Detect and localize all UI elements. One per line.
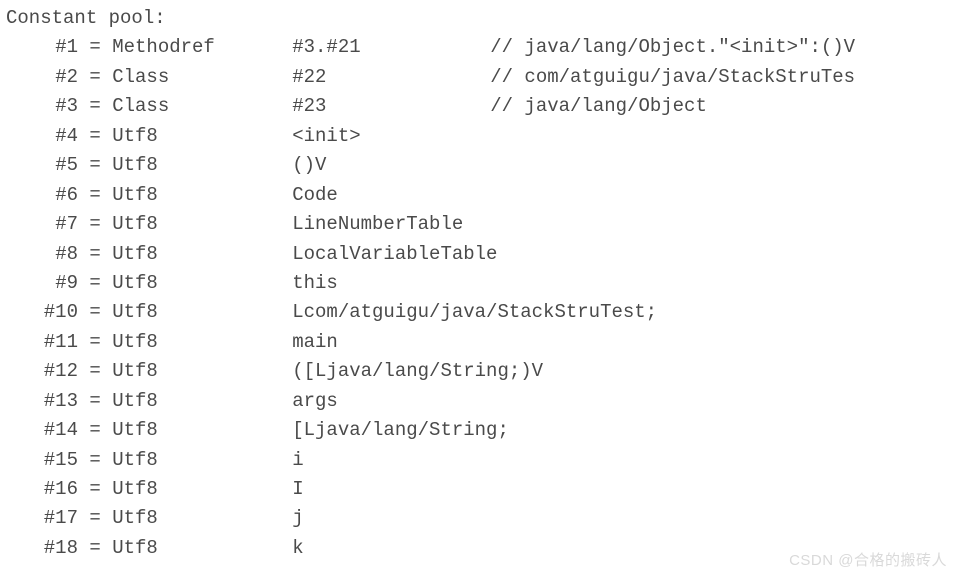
equals-sign: = [78,36,112,58]
entry-value: Code [292,181,490,210]
entry-kind: Utf8 [112,475,292,504]
entry-index: #14 [6,416,78,445]
entry-value: args [292,387,490,416]
entry-index: #4 [6,122,78,151]
constant-pool-entry: #6 = Utf8Code [6,181,961,210]
entry-index: #13 [6,387,78,416]
entry-comment: // java/lang/Object."<init>":()V [490,33,855,62]
entry-comment: // java/lang/Object [490,92,707,121]
entry-index: #3 [6,92,78,121]
constant-pool-entry: #13 = Utf8args [6,387,961,416]
entry-kind: Utf8 [112,504,292,533]
equals-sign: = [78,154,112,176]
entry-value: j [292,504,490,533]
entry-index: #17 [6,504,78,533]
entry-kind: Utf8 [112,181,292,210]
entry-comment: // com/atguigu/java/StackStruTes [490,63,855,92]
constant-pool-entry: #8 = Utf8LocalVariableTable [6,240,961,269]
entry-index: #5 [6,151,78,180]
entry-value: i [292,446,490,475]
equals-sign: = [78,507,112,529]
entry-kind: Utf8 [112,534,292,563]
entry-index: #11 [6,328,78,357]
constant-pool-list: #1 = Methodref#3.#21// java/lang/Object.… [6,33,961,563]
entry-value: k [292,534,490,563]
constant-pool-entry: #12 = Utf8([Ljava/lang/String;)V [6,357,961,386]
entry-index: #2 [6,63,78,92]
entry-value: <init> [292,122,490,151]
equals-sign: = [78,331,112,353]
entry-kind: Utf8 [112,357,292,386]
entry-kind: Utf8 [112,151,292,180]
equals-sign: = [78,272,112,294]
entry-value: Lcom/atguigu/java/StackStruTest; [292,298,490,327]
entry-kind: Utf8 [112,122,292,151]
entry-index: #15 [6,446,78,475]
entry-index: #8 [6,240,78,269]
entry-value: ()V [292,151,490,180]
entry-kind: Utf8 [112,240,292,269]
constant-pool-entry: #10 = Utf8Lcom/atguigu/java/StackStruTes… [6,298,961,327]
equals-sign: = [78,390,112,412]
constant-pool-entry: #3 = Class#23// java/lang/Object [6,92,961,121]
entry-index: #16 [6,475,78,504]
constant-pool-entry: #17 = Utf8j [6,504,961,533]
constant-pool-entry: #2 = Class#22// com/atguigu/java/StackSt… [6,63,961,92]
equals-sign: = [78,184,112,206]
entry-index: #6 [6,181,78,210]
entry-kind: Utf8 [112,446,292,475]
constant-pool-entry: #14 = Utf8[Ljava/lang/String; [6,416,961,445]
entry-index: #12 [6,357,78,386]
entry-index: #18 [6,534,78,563]
entry-kind: Utf8 [112,269,292,298]
watermark: CSDN @合格的搬砖人 [789,549,947,572]
entry-value: I [292,475,490,504]
entry-value: LocalVariableTable [292,240,490,269]
equals-sign: = [78,478,112,500]
entry-kind: Utf8 [112,298,292,327]
equals-sign: = [78,213,112,235]
equals-sign: = [78,537,112,559]
entry-kind: Class [112,63,292,92]
equals-sign: = [78,301,112,323]
entry-kind: Class [112,92,292,121]
constant-pool-entry: #5 = Utf8()V [6,151,961,180]
entry-value: #22 [292,63,490,92]
entry-kind: Utf8 [112,210,292,239]
constant-pool-entry: #9 = Utf8this [6,269,961,298]
entry-value: LineNumberTable [292,210,490,239]
entry-value: #23 [292,92,490,121]
entry-index: #10 [6,298,78,327]
equals-sign: = [78,449,112,471]
equals-sign: = [78,243,112,265]
entry-value: this [292,269,490,298]
entry-kind: Utf8 [112,387,292,416]
equals-sign: = [78,360,112,382]
constant-pool-entry: #15 = Utf8i [6,446,961,475]
entry-kind: Utf8 [112,328,292,357]
equals-sign: = [78,419,112,441]
entry-value: #3.#21 [292,33,490,62]
equals-sign: = [78,125,112,147]
entry-kind: Methodref [112,33,292,62]
constant-pool-entry: #16 = Utf8I [6,475,961,504]
equals-sign: = [78,66,112,88]
equals-sign: = [78,95,112,117]
entry-index: #7 [6,210,78,239]
constant-pool-entry: #4 = Utf8<init> [6,122,961,151]
constant-pool-entry: #1 = Methodref#3.#21// java/lang/Object.… [6,33,961,62]
entry-index: #1 [6,33,78,62]
entry-kind: Utf8 [112,416,292,445]
constant-pool-entry: #7 = Utf8LineNumberTable [6,210,961,239]
constant-pool-entry: #11 = Utf8main [6,328,961,357]
entry-value: ([Ljava/lang/String;)V [292,357,490,386]
entry-value: [Ljava/lang/String; [292,416,490,445]
entry-value: main [292,328,490,357]
entry-index: #9 [6,269,78,298]
constant-pool-header: Constant pool: [6,4,961,33]
